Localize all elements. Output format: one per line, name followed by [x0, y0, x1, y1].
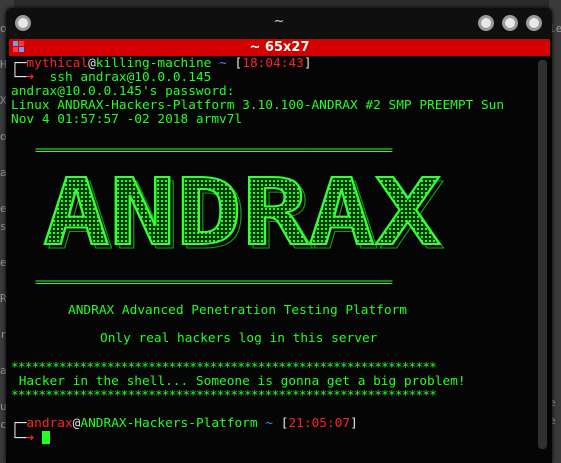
maximize-button[interactable]: [502, 15, 518, 31]
andrax-logo: ANDRAX ANDRAX: [42, 168, 445, 254]
title-bar[interactable]: ~: [6, 8, 552, 38]
password-prompt: andrax@10.0.0.145's password:: [11, 84, 235, 99]
prompt-cwd: ~: [219, 56, 227, 71]
prompt-cwd: ~: [265, 416, 274, 431]
prompt-arrow: ➜: [26, 431, 35, 446]
minimize-button[interactable]: [478, 15, 494, 31]
prompt-host: ANDRAX-Hackers-Platform: [80, 416, 258, 431]
prompt-arrow: ➜: [26, 70, 35, 85]
close-button[interactable]: [526, 15, 542, 31]
command-line: └─➜ ssh andrax@10.0.0.145: [11, 70, 212, 85]
prompt-line: ┌─andrax@ANDRAX-Hackers-Platform ~ [21:0…: [11, 416, 358, 431]
command-text: ssh andrax@10.0.0.145: [49, 70, 212, 85]
tab-bar[interactable]: ~ 65x27: [9, 39, 550, 56]
uname-line: Linux ANDRAX-Hackers-Platform 3.10.100-A…: [11, 98, 505, 113]
prompt-at: @: [88, 56, 96, 71]
prompt-time: 18:04:43: [242, 56, 304, 71]
scrollbar[interactable]: [538, 60, 547, 449]
input-line[interactable]: └─➜: [11, 431, 50, 446]
prompt-time: 21:05:07: [288, 416, 351, 431]
uname-line: Nov 4 01:57:57 -02 2018 armv7l: [11, 112, 243, 127]
tab-title: ~ 65x27: [249, 40, 310, 55]
prompt-user: mythical: [26, 56, 89, 71]
terminal-output[interactable]: ┌─mythical@killing-machine ~ [18:04:43] …: [11, 56, 536, 456]
banner-subtitle: Only real hackers log in this server: [100, 331, 378, 346]
warning-message: Hacker in the shell... Someone is gonna …: [11, 374, 466, 389]
text-cursor: [41, 431, 50, 444]
terminal-window: ~ ~ 65x27 ┌─mythical@killing-machine ~ […: [6, 8, 552, 463]
stars-top: ****************************************…: [11, 360, 437, 375]
logo-text: ANDRAX: [43, 168, 441, 254]
banner-title: ANDRAX Advanced Penetration Testing Plat…: [68, 303, 407, 318]
scrollbar-thumb[interactable]: [538, 60, 547, 449]
prompt-host: killing-machine: [95, 56, 212, 71]
window-title: ~: [273, 14, 285, 29]
prompt-user: andrax: [26, 416, 73, 431]
separator-top: ========================================…: [35, 143, 393, 158]
stars-bottom: ****************************************…: [11, 388, 437, 403]
prompt-line: ┌─mythical@killing-machine ~ [18:04:43]: [11, 56, 312, 71]
separator-bottom: ========================================…: [35, 275, 393, 290]
